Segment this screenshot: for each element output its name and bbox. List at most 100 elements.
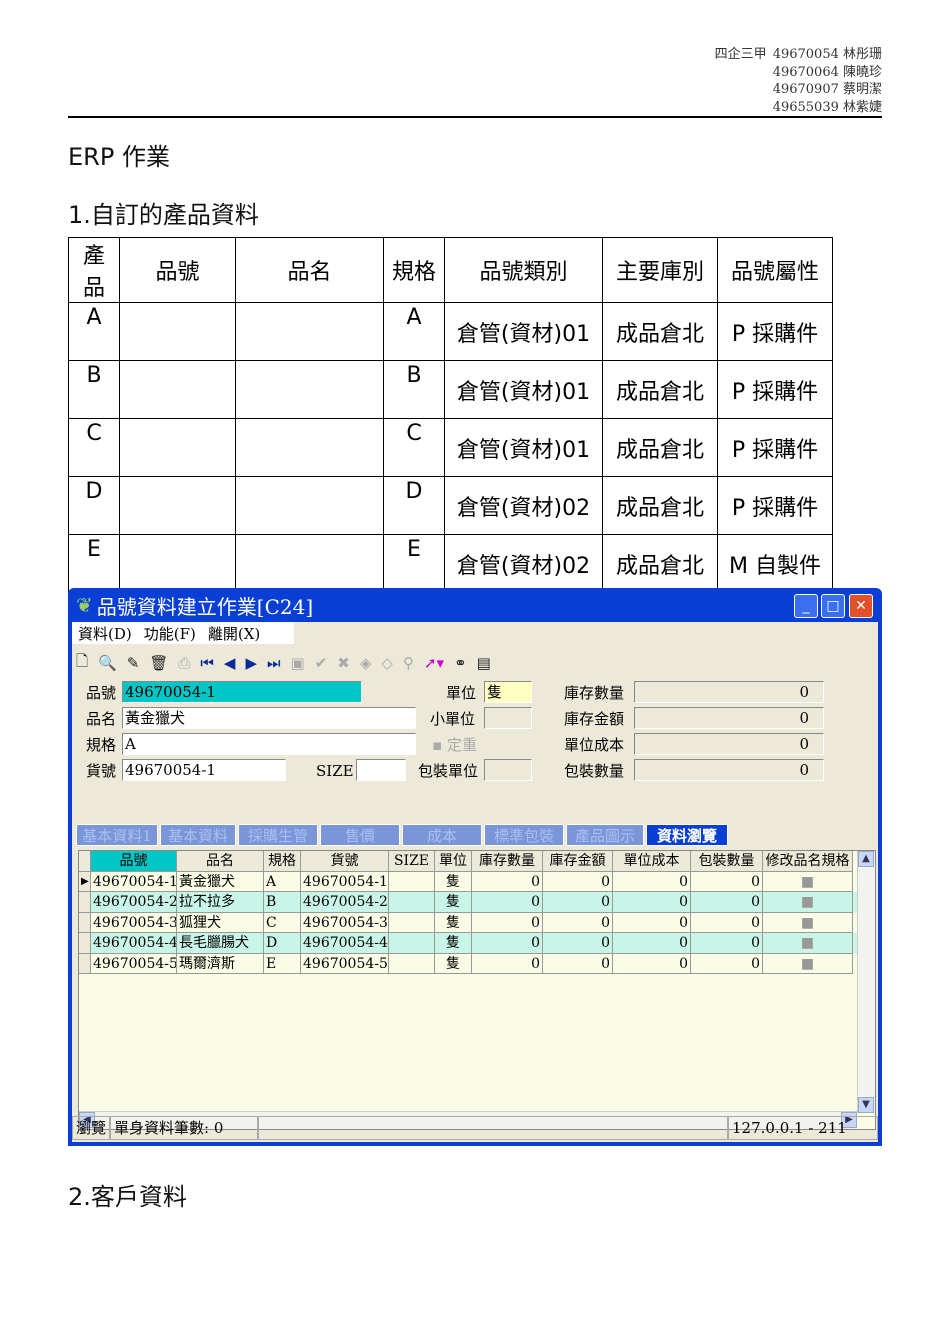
chart-icon[interactable]: ➚▾ [424,654,444,672]
last-icon[interactable]: ⏭ [267,654,281,672]
grid-cell[interactable]: 隻 [435,871,472,892]
query-icon[interactable]: ⚭ [454,654,467,672]
modify-checkbox[interactable]: ■ [763,871,853,892]
modify-checkbox[interactable]: ■ [763,933,853,954]
grid-cell[interactable]: E [264,953,301,974]
grid-cell[interactable]: 0 [543,892,613,913]
grid-row[interactable]: 49670054-4 長毛臘腸犬 D 49670054-4 隻 0 0 0 0 ■ [79,933,875,954]
grid-cell[interactable]: A [264,871,301,892]
grid-cell[interactable]: 0 [472,933,543,954]
grid-header[interactable]: 單位 [435,851,472,872]
preview-icon[interactable]: 🔍 [98,654,117,672]
new-icon[interactable]: 🗋 [76,651,88,676]
grid-cell[interactable]: 49670054-3 [301,912,389,933]
grid-cell[interactable] [389,933,435,954]
cancel-icon[interactable]: ✖ [337,654,350,672]
grid-cell[interactable]: 瑪爾濟斯 [177,953,264,974]
refresh-icon[interactable]: ▣ [291,654,305,672]
grid-cell[interactable]: 隻 [435,953,472,974]
modify-checkbox[interactable]: ■ [763,953,853,974]
grid-cell[interactable]: 0 [472,871,543,892]
tab-5[interactable]: 標準包裝 [484,824,564,846]
size-input[interactable] [356,759,406,781]
grid-cell[interactable]: 狐狸犬 [177,912,264,933]
subunit-input[interactable] [484,707,532,729]
prev-icon[interactable]: ◀ [224,654,236,672]
vertical-scrollbar[interactable]: ▲ ▼ [857,851,875,1113]
grid-cell[interactable]: 49670054-5 [301,953,389,974]
tab-4[interactable]: 成本 [402,824,482,846]
grid-cell[interactable]: 隻 [435,912,472,933]
grid-cell[interactable]: 0 [613,933,691,954]
grid-cell[interactable]: C [264,912,301,933]
grid-header[interactable]: 庫存數量 [472,851,543,872]
tab-2[interactable]: 採購生管 [238,824,318,846]
grid-cell[interactable]: 49670054-4 [91,933,177,954]
menu-data[interactable]: 資料(D) [78,623,132,644]
scroll-down-icon[interactable]: ▼ [858,1097,874,1113]
grid-cell[interactable]: 0 [543,933,613,954]
tab-3[interactable]: 售價 [320,824,400,846]
tab-6[interactable]: 產品圖示 [566,824,644,846]
print-icon[interactable]: ⎙ [178,654,190,672]
unit-input[interactable]: 隻 [484,681,532,703]
grid-cell[interactable]: 0 [543,912,613,933]
next-icon[interactable]: ▶ [245,654,257,672]
confirm-icon[interactable]: ✔ [315,654,328,672]
menu-exit[interactable]: 離開(X) [208,623,260,644]
tab-7[interactable]: 資料瀏覽 [646,824,728,846]
grid-header[interactable]: 規格 [264,851,301,872]
paste-icon[interactable]: ◇ [381,654,393,672]
grid-header[interactable]: 修改品名規格 [763,851,853,872]
grid-cell[interactable]: 0 [613,871,691,892]
edit-icon[interactable]: ✎ [127,654,140,672]
grid-cell[interactable]: B [264,892,301,913]
grid-cell[interactable]: 隻 [435,933,472,954]
grid-header[interactable]: 包裝數量 [691,851,763,872]
grid-cell[interactable]: 49670054-4 [301,933,389,954]
grid-row[interactable]: ▶ 49670054-1 黃金獵犬 A 49670054-1 隻 0 0 0 0 ■ [79,871,875,892]
grid-cell[interactable]: 0 [691,892,763,913]
grid-cell[interactable]: 0 [691,933,763,954]
grid-header[interactable]: 庫存金額 [543,851,613,872]
grid-cell[interactable]: 0 [613,953,691,974]
grid-cell[interactable] [389,912,435,933]
grid-cell[interactable]: 0 [543,953,613,974]
grid-header[interactable]: 單位成本 [613,851,691,872]
grid-cell[interactable]: 49670054-5 [91,953,177,974]
goods-no-input[interactable]: 49670054-1 [122,759,286,781]
fixed-weight-checkbox[interactable]: ▪ 定重 [432,734,477,755]
grid-cell[interactable]: 長毛臘腸犬 [177,933,264,954]
grid-cell[interactable] [389,953,435,974]
scroll-up-icon[interactable]: ▲ [858,851,874,867]
filter-icon[interactable]: ⚲ [403,654,414,672]
close-button[interactable]: ✕ [849,594,873,618]
grid-cell[interactable]: 49670054-3 [91,912,177,933]
pack-unit-input[interactable] [484,759,532,781]
grid-cell[interactable]: 0 [472,953,543,974]
grid-header[interactable]: 品名 [177,851,264,872]
grid-cell[interactable]: 隻 [435,892,472,913]
menu-function[interactable]: 功能(F) [144,623,196,644]
name-input[interactable]: 黃金獵犬 [122,707,416,729]
modify-checkbox[interactable]: ■ [763,892,853,913]
grid-cell[interactable]: 49670054-1 [301,871,389,892]
grid-header[interactable]: 貨號 [301,851,389,872]
grid-row[interactable]: 49670054-5 瑪爾濟斯 E 49670054-5 隻 0 0 0 0 ■ [79,953,875,974]
grid-cell[interactable]: 拉不拉多 [177,892,264,913]
grid-cell[interactable]: 0 [613,912,691,933]
grid-cell[interactable]: 0 [691,871,763,892]
grid-row[interactable]: 49670054-2 拉不拉多 B 49670054-2 隻 0 0 0 0 ■ [79,892,875,913]
report-icon[interactable]: ▤ [477,654,491,672]
grid-row[interactable]: 49670054-3 狐狸犬 C 49670054-3 隻 0 0 0 0 ■ [79,912,875,933]
tab-0[interactable]: 基本資料1 [76,824,158,846]
minimize-button[interactable]: _ [794,594,818,618]
modify-checkbox[interactable]: ■ [763,912,853,933]
grid-header[interactable]: SIZE [389,851,435,872]
grid-cell[interactable]: 0 [472,912,543,933]
grid-cell[interactable]: 49670054-1 [91,871,177,892]
tab-1[interactable]: 基本資料2 [160,824,236,867]
grid-cell[interactable]: 0 [613,892,691,913]
grid-cell[interactable]: 0 [472,892,543,913]
item-no-input[interactable]: 49670054-1 [122,681,362,703]
